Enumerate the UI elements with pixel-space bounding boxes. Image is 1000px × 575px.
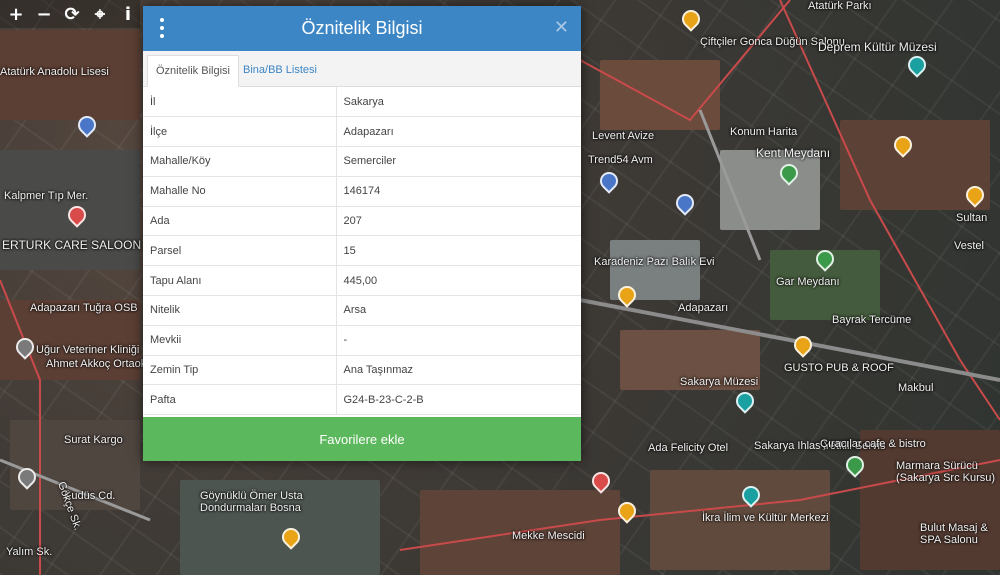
attribute-table: İl Sakarya İlçe Adapazarı Mahalle/Köy Semerci… <box>143 87 581 416</box>
attribute-value: - <box>336 325 581 356</box>
attribute-key: Tapu Alanı <box>143 265 337 297</box>
attribute-key: Nitelik <box>143 295 337 326</box>
table-row: Tapu Alanı 445,00 <box>143 265 581 297</box>
attribute-key: İl <box>143 87 337 118</box>
table-row: Zemin Tip Ana Taşınmaz <box>143 355 581 386</box>
refresh-button[interactable]: ⟳ <box>60 2 84 26</box>
map-label: Levent Avize <box>592 130 655 142</box>
table-row: Mevkii - <box>143 325 581 356</box>
map-label: Surat Kargo <box>64 434 123 446</box>
map-label: Deprem Kültür Müzesi <box>818 40 937 54</box>
map-label: Bulut Masaj & SPA Salonu <box>920 522 988 546</box>
table-row: Ada 207 <box>143 206 581 237</box>
more-vertical-icon[interactable] <box>157 18 167 38</box>
dialog-title: Öznitelik Bilgisi <box>301 18 423 38</box>
zoom-out-button[interactable]: − <box>32 2 56 26</box>
table-row: Pafta G24-B-23-C-2-B <box>143 384 581 416</box>
zoom-in-button[interactable]: + <box>4 2 28 26</box>
map-label: Konum Harita <box>730 126 798 138</box>
attribute-key: Zemin Tip <box>143 355 337 386</box>
map-label: Yalım Sk. <box>6 546 53 558</box>
table-row: Mahalle/Köy Semerciler <box>143 146 581 177</box>
add-to-favorites-button[interactable]: Favorilere ekle <box>143 417 581 461</box>
attribute-value: Arsa <box>336 295 581 326</box>
attribute-value: 445,00 <box>336 265 581 297</box>
map-label: Atatürk Parkı <box>808 0 872 12</box>
map-label: İkra İlim ve Kültür Merkezi <box>702 512 829 524</box>
info-button[interactable]: i <box>116 2 140 26</box>
map-label: Kent Meydanı <box>756 146 831 160</box>
attribute-value: G24-B-23-C-2-B <box>336 384 581 416</box>
map-label: Atatürk Anadolu Lisesi <box>0 66 109 78</box>
tab-building-list[interactable]: Bina/BB Listesi <box>235 55 325 87</box>
map-label: Gar Meydanı <box>776 276 840 288</box>
dialog-header: Öznitelik Bilgisi ✕ <box>143 6 581 51</box>
table-row: Nitelik Arsa <box>143 295 581 326</box>
attribute-key: İlçe <box>143 116 337 148</box>
map-label: Uğur Veteriner Kliniği <box>36 344 140 356</box>
map-label: Sultan <box>956 212 988 224</box>
map-label: GUSTO PUB & ROOF <box>784 362 894 374</box>
map-label: Göynüklü Ömer Usta Dondurmaları Bosna <box>200 490 303 514</box>
map-label: Makbul <box>898 382 934 394</box>
attribute-value: Sakarya <box>336 87 581 118</box>
attribute-dialog: Öznitelik Bilgisi ✕ Öznitelik Bilgisi Bi… <box>143 6 581 461</box>
map-label: Marmara Sürücü (Sakarya Src Kursu) <box>896 460 996 484</box>
attribute-key: Ada <box>143 206 337 237</box>
attribute-key: Pafta <box>143 384 337 416</box>
map-label: Vestel <box>954 240 984 252</box>
table-row: Mahalle No 146174 <box>143 176 581 207</box>
map-toolbar: + − ⟳ ⌖ i <box>0 0 140 28</box>
attribute-key: Parsel <box>143 235 337 267</box>
locate-button[interactable]: ⌖ <box>88 2 112 26</box>
attribute-value: Semerciler <box>336 146 581 177</box>
map-label: ERTURK CARE SALOON <box>2 238 142 252</box>
attribute-key: Mevkii <box>143 325 337 356</box>
map-label: Ada Felicity Otel <box>648 442 729 454</box>
close-icon[interactable]: ✕ <box>554 17 569 38</box>
map-label: Mekke Mescidi <box>512 530 585 542</box>
map-label: Trend54 Avm <box>588 154 653 166</box>
attribute-value: 146174 <box>336 176 581 207</box>
attribute-value: Ana Taşınmaz <box>336 355 581 386</box>
map-label: Adapazarı <box>678 302 729 314</box>
attribute-key: Mahalle/Köy <box>143 146 337 177</box>
table-row: Parsel 15 <box>143 235 581 267</box>
dialog-tabs: Öznitelik Bilgisi Bina/BB Listesi <box>143 51 581 87</box>
map-label: Bayrak Tercüme <box>832 314 912 326</box>
map-label: Adapazarı Tuğra OSB <box>30 302 138 314</box>
map-label: Kalpmer Tıp Mer. <box>4 190 89 202</box>
tab-attribute-info[interactable]: Öznitelik Bilgisi <box>147 55 239 87</box>
map-label: Sakarya Müzesi <box>680 376 759 388</box>
table-row: İl Sakarya <box>143 87 581 118</box>
table-row: İlçe Adapazarı <box>143 116 581 148</box>
map-label: Karadeniz Pazı Balık Evi <box>594 256 715 268</box>
attribute-key: Mahalle No <box>143 176 337 207</box>
map-label: Çıracılar cafe & bistro <box>820 438 926 450</box>
attribute-value: 15 <box>336 235 581 267</box>
attribute-value: Adapazarı <box>336 116 581 148</box>
attribute-value: 207 <box>336 206 581 237</box>
